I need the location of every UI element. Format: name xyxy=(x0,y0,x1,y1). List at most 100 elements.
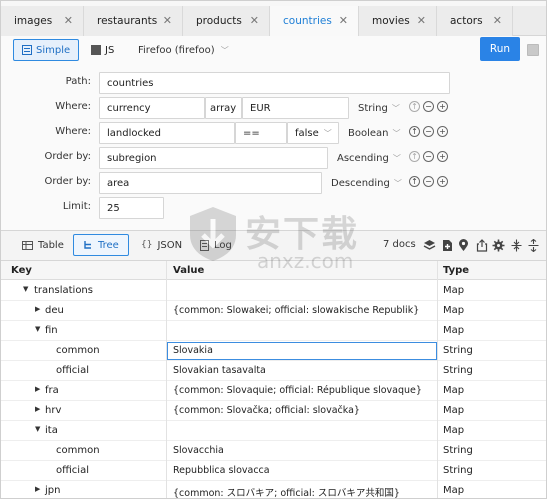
table-row[interactable]: ▶ deu {common: Slowakei; official: slowaki… xyxy=(1,301,546,321)
caret-right-icon[interactable]: ▶ xyxy=(35,485,40,493)
limit-label: Limit: xyxy=(62,201,91,212)
where-value-select[interactable]: false ﹀ xyxy=(287,122,339,144)
tab-restaurants[interactable]: restaurants ✕ xyxy=(84,6,183,36)
tab-images[interactable]: images ✕ xyxy=(1,6,84,36)
caret-right-icon[interactable]: ▶ xyxy=(35,385,40,393)
run-button[interactable]: Run xyxy=(480,37,520,61)
tab-strip-filler xyxy=(513,6,546,35)
row-value[interactable]: {common: Slowakei; official: slowakische… xyxy=(173,305,435,316)
where-field-input[interactable]: landlocked xyxy=(99,122,235,144)
layers-icon[interactable] xyxy=(423,238,436,252)
add-condition-icon[interactable]: + xyxy=(437,101,448,112)
chevron-down-icon: ﹀ xyxy=(393,178,402,188)
query-builder: Simple JS Firefoo (firefoo) ﹀ Run Path: … xyxy=(1,36,546,230)
table-row[interactable]: ▶ hrv {common: Slovačka; official: slovačk… xyxy=(1,401,546,421)
tab-movies[interactable]: movies ✕ xyxy=(359,6,437,36)
close-icon[interactable]: ✕ xyxy=(339,14,348,27)
simple-mode-button[interactable]: Simple xyxy=(13,39,80,61)
remove-order-icon[interactable]: − xyxy=(423,151,434,162)
location-pin-icon[interactable] xyxy=(457,238,470,252)
js-icon xyxy=(91,45,101,55)
share-icon[interactable] xyxy=(475,238,488,252)
where-type-select[interactable]: Boolean ﹀ xyxy=(346,122,403,144)
add-order-icon[interactable]: + xyxy=(437,176,448,187)
where-value-input[interactable]: EUR xyxy=(242,97,349,119)
order-direction-select[interactable]: Descending ﹀ xyxy=(329,172,404,194)
close-icon[interactable]: ✕ xyxy=(64,14,73,27)
where-operator-select[interactable]: array xyxy=(205,97,242,119)
move-up-icon[interactable]: ↑ xyxy=(409,151,420,162)
table-row[interactable]: ▶ jpn {common: スロバキア; official: スロバキア共和国} M… xyxy=(1,481,546,498)
view-log-button[interactable]: Log xyxy=(191,234,241,256)
tab-countries[interactable]: countries ✕ xyxy=(270,6,359,37)
view-tree-button[interactable]: Tree xyxy=(73,234,129,256)
row-type: String xyxy=(443,465,473,476)
view-table-button[interactable]: Table xyxy=(13,234,73,256)
row-value[interactable]: Repubblica slovacca xyxy=(173,465,435,476)
where-operator-select[interactable]: == xyxy=(235,122,287,144)
row-key: official xyxy=(56,365,89,376)
close-icon[interactable]: ✕ xyxy=(493,14,502,27)
caret-down-icon[interactable]: ▼ xyxy=(35,425,40,433)
expand-all-icon[interactable] xyxy=(527,238,540,252)
remove-condition-icon[interactable]: − xyxy=(423,126,434,137)
caret-down-icon[interactable]: ▼ xyxy=(35,325,40,333)
column-divider xyxy=(166,261,167,498)
tab-label: actors xyxy=(450,15,483,27)
add-condition-icon[interactable]: + xyxy=(437,126,448,137)
remove-order-icon[interactable]: − xyxy=(423,176,434,187)
chevron-down-icon: ﹀ xyxy=(392,128,401,138)
row-value[interactable]: {common: Slovačka; official: slovačka} xyxy=(173,405,435,416)
table-row[interactable]: ▼ fin Map xyxy=(1,321,546,341)
row-type: String xyxy=(443,365,473,376)
collapse-all-icon[interactable] xyxy=(510,238,523,252)
path-input[interactable]: countries xyxy=(99,72,450,94)
column-header-key[interactable]: Key xyxy=(11,265,32,276)
row-value[interactable]: Slovakian tasavalta xyxy=(173,365,435,376)
order-field-input[interactable]: subregion xyxy=(99,147,328,169)
row-value[interactable]: {common: Slovaquie; official: République… xyxy=(173,385,435,396)
row-type: Map xyxy=(443,425,465,436)
table-row[interactable]: official Repubblica slovacca String xyxy=(1,461,546,481)
move-up-icon[interactable]: ↑ xyxy=(409,176,420,187)
where-field-input[interactable]: currency xyxy=(99,97,205,119)
column-header-type[interactable]: Type xyxy=(443,265,469,276)
view-json-button[interactable]: {} JSON xyxy=(132,234,191,256)
stop-button[interactable] xyxy=(527,44,539,56)
tab-products[interactable]: products ✕ xyxy=(183,6,270,36)
add-order-icon[interactable]: + xyxy=(437,151,448,162)
order-field-input[interactable]: area xyxy=(99,172,322,194)
column-header-value[interactable]: Value xyxy=(173,265,204,276)
row-value[interactable]: Slovakia xyxy=(173,345,435,356)
where-label: Where: xyxy=(55,126,91,137)
order-direction-label: Ascending xyxy=(337,152,389,164)
table-row[interactable]: official Slovakian tasavalta String xyxy=(1,361,546,381)
move-up-icon[interactable]: ↑ xyxy=(409,126,420,137)
table-row[interactable]: common Slovakia String xyxy=(1,341,546,361)
remove-condition-icon[interactable]: − xyxy=(423,101,434,112)
caret-down-icon[interactable]: ▼ xyxy=(23,285,28,293)
order-direction-label: Descending xyxy=(331,177,390,189)
gear-icon[interactable] xyxy=(492,238,505,252)
table-row[interactable]: common Slovacchia String xyxy=(1,441,546,461)
add-document-icon[interactable] xyxy=(441,238,454,252)
where-type-select[interactable]: String ﹀ xyxy=(356,97,402,119)
table-row[interactable]: ▼ ita Map xyxy=(1,421,546,441)
table-row[interactable]: ▶ fra {common: Slovaquie; official: Républ… xyxy=(1,381,546,401)
close-icon[interactable]: ✕ xyxy=(163,14,172,27)
row-value[interactable]: Slovacchia xyxy=(173,445,435,456)
table-row[interactable]: ▼ translations Map xyxy=(1,281,546,301)
limit-input[interactable]: 25 xyxy=(99,197,164,219)
move-up-icon[interactable]: ↑ xyxy=(409,101,420,112)
row-value[interactable]: {common: スロバキア; official: スロバキア共和国} xyxy=(173,485,435,498)
row-key: hrv xyxy=(45,405,62,416)
tab-actors[interactable]: actors ✕ xyxy=(437,6,513,36)
caret-right-icon[interactable]: ▶ xyxy=(35,305,40,313)
js-mode-button[interactable]: JS xyxy=(83,39,122,61)
caret-right-icon[interactable]: ▶ xyxy=(35,405,40,413)
environment-select[interactable]: Firefoo (firefoo) ﹀ xyxy=(138,39,229,61)
order-direction-select[interactable]: Ascending ﹀ xyxy=(335,147,403,169)
close-icon[interactable]: ✕ xyxy=(417,14,426,27)
log-icon xyxy=(200,239,209,251)
close-icon[interactable]: ✕ xyxy=(250,14,259,27)
